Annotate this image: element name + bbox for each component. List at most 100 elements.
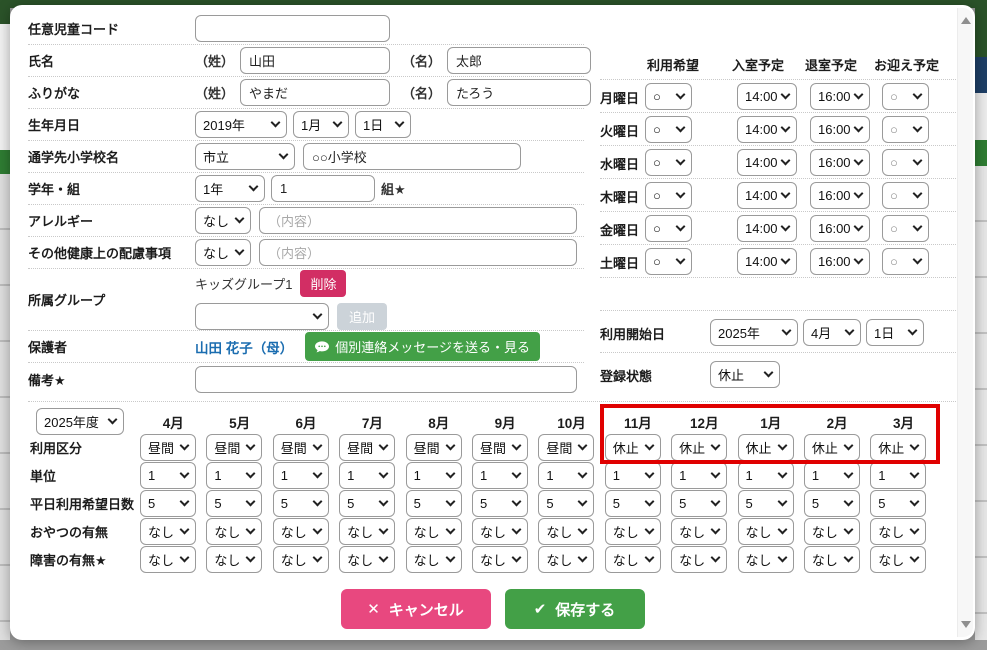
pickup-select[interactable]: ○ xyxy=(882,149,929,176)
modal-scrollbar[interactable] xyxy=(957,8,973,637)
group-delete-button[interactable]: 削除 xyxy=(300,269,347,297)
fiscal-year-select[interactable]: 2025年度 xyxy=(36,408,124,435)
unit-select[interactable]: 1 xyxy=(604,462,661,489)
weekday-days-select[interactable]: 5 xyxy=(206,490,263,517)
use-request-select[interactable]: ○ xyxy=(645,248,692,275)
group-add-button[interactable]: 追加 xyxy=(337,302,388,330)
unit-select[interactable]: 1 xyxy=(803,462,860,489)
unit-select[interactable]: 1 xyxy=(870,462,927,489)
allergy-select[interactable]: なし xyxy=(195,207,251,234)
birth-month-select[interactable]: 1月 xyxy=(293,111,349,138)
pickup-select[interactable]: ○ xyxy=(882,215,929,242)
usage-type-select[interactable]: 休止 xyxy=(604,434,661,461)
entry-time-select[interactable]: 14:00 xyxy=(737,83,797,110)
school-name-input[interactable]: ○○小学校 xyxy=(303,143,521,170)
scroll-down-icon[interactable] xyxy=(961,621,971,628)
usage-type-select[interactable]: 昼間 xyxy=(272,434,329,461)
unit-select[interactable]: 1 xyxy=(405,462,462,489)
last-name-input[interactable]: 山田 xyxy=(240,47,391,74)
unit-select[interactable]: 1 xyxy=(471,462,528,489)
health-select[interactable]: なし xyxy=(195,239,251,266)
birth-year-select[interactable]: 2019年 xyxy=(195,111,287,138)
birth-day-select[interactable]: 1日 xyxy=(355,111,411,138)
weekday-days-select[interactable]: 5 xyxy=(272,490,329,517)
snack-select[interactable]: なし xyxy=(538,518,595,545)
weekday-days-select[interactable]: 5 xyxy=(471,490,528,517)
disability-select[interactable]: なし xyxy=(272,546,329,573)
entry-time-select[interactable]: 14:00 xyxy=(737,248,797,275)
class-input[interactable]: 1 xyxy=(271,175,375,202)
first-name-input[interactable]: 太郎 xyxy=(447,47,592,74)
send-message-button[interactable]: 個別連絡メッセージを送る・見る xyxy=(305,332,541,361)
usage-type-select[interactable]: 昼間 xyxy=(206,434,263,461)
snack-select[interactable]: なし xyxy=(803,518,860,545)
save-button[interactable]: ✔ 保存する xyxy=(504,589,645,629)
note-input[interactable] xyxy=(195,365,577,393)
usage-type-select[interactable]: 昼間 xyxy=(405,434,462,461)
disability-select[interactable]: なし xyxy=(870,546,927,573)
exit-time-select[interactable]: 16:00 xyxy=(810,248,870,275)
unit-select[interactable]: 1 xyxy=(140,462,196,489)
health-detail-input[interactable]: （内容） xyxy=(259,239,577,266)
snack-select[interactable]: なし xyxy=(140,518,196,545)
snack-select[interactable]: なし xyxy=(671,518,728,545)
weekday-days-select[interactable]: 5 xyxy=(737,490,794,517)
snack-select[interactable]: なし xyxy=(272,518,329,545)
start-day-select[interactable]: 1日 xyxy=(866,319,924,346)
unit-select[interactable]: 1 xyxy=(272,462,329,489)
last-name-kana-input[interactable]: やまだ xyxy=(240,79,391,106)
weekday-days-select[interactable]: 5 xyxy=(140,490,196,517)
disability-select[interactable]: なし xyxy=(671,546,728,573)
exit-time-select[interactable]: 16:00 xyxy=(810,116,870,143)
usage-type-select[interactable]: 休止 xyxy=(737,434,794,461)
usage-type-select[interactable]: 昼間 xyxy=(339,434,396,461)
start-year-select[interactable]: 2025年 xyxy=(710,319,798,346)
cancel-button[interactable]: ✕ キャンセル xyxy=(340,589,491,629)
unit-select[interactable]: 1 xyxy=(737,462,794,489)
usage-type-select[interactable]: 昼間 xyxy=(471,434,528,461)
pickup-select[interactable]: ○ xyxy=(882,116,929,143)
usage-type-select[interactable]: 昼間 xyxy=(538,434,595,461)
weekday-days-select[interactable]: 5 xyxy=(538,490,595,517)
snack-select[interactable]: なし xyxy=(206,518,263,545)
entry-time-select[interactable]: 14:00 xyxy=(737,116,797,143)
unit-select[interactable]: 1 xyxy=(206,462,263,489)
allergy-detail-input[interactable]: （内容） xyxy=(259,207,577,234)
unit-select[interactable]: 1 xyxy=(339,462,396,489)
usage-type-select[interactable]: 休止 xyxy=(671,434,728,461)
usage-type-select[interactable]: 休止 xyxy=(870,434,927,461)
use-request-select[interactable]: ○ xyxy=(645,182,692,209)
unit-select[interactable]: 1 xyxy=(538,462,595,489)
weekday-days-select[interactable]: 5 xyxy=(339,490,396,517)
pickup-select[interactable]: ○ xyxy=(882,182,929,209)
grade-select[interactable]: 1年 xyxy=(195,175,265,202)
use-request-select[interactable]: ○ xyxy=(645,215,692,242)
entry-time-select[interactable]: 14:00 xyxy=(737,215,797,242)
pickup-select[interactable]: ○ xyxy=(882,83,929,110)
snack-select[interactable]: なし xyxy=(870,518,927,545)
use-request-select[interactable]: ○ xyxy=(645,149,692,176)
disability-select[interactable]: なし xyxy=(604,546,661,573)
disability-select[interactable]: なし xyxy=(471,546,528,573)
disability-select[interactable]: なし xyxy=(737,546,794,573)
use-request-select[interactable]: ○ xyxy=(645,83,692,110)
weekday-days-select[interactable]: 5 xyxy=(604,490,661,517)
exit-time-select[interactable]: 16:00 xyxy=(810,149,870,176)
use-request-select[interactable]: ○ xyxy=(645,116,692,143)
weekday-days-select[interactable]: 5 xyxy=(671,490,728,517)
exit-time-select[interactable]: 16:00 xyxy=(810,215,870,242)
first-name-kana-input[interactable]: たろう xyxy=(447,79,592,106)
snack-select[interactable]: なし xyxy=(471,518,528,545)
disability-select[interactable]: なし xyxy=(206,546,263,573)
weekday-days-select[interactable]: 5 xyxy=(870,490,927,517)
pickup-select[interactable]: ○ xyxy=(882,248,929,275)
weekday-days-select[interactable]: 5 xyxy=(405,490,462,517)
disability-select[interactable]: なし xyxy=(405,546,462,573)
group-add-select[interactable] xyxy=(195,302,329,330)
exit-time-select[interactable]: 16:00 xyxy=(810,182,870,209)
start-month-select[interactable]: 4月 xyxy=(803,319,861,346)
disability-select[interactable]: なし xyxy=(538,546,595,573)
registration-status-select[interactable]: 休止 xyxy=(710,361,780,388)
entry-time-select[interactable]: 14:00 xyxy=(737,182,797,209)
usage-type-select[interactable]: 昼間 xyxy=(140,434,196,461)
